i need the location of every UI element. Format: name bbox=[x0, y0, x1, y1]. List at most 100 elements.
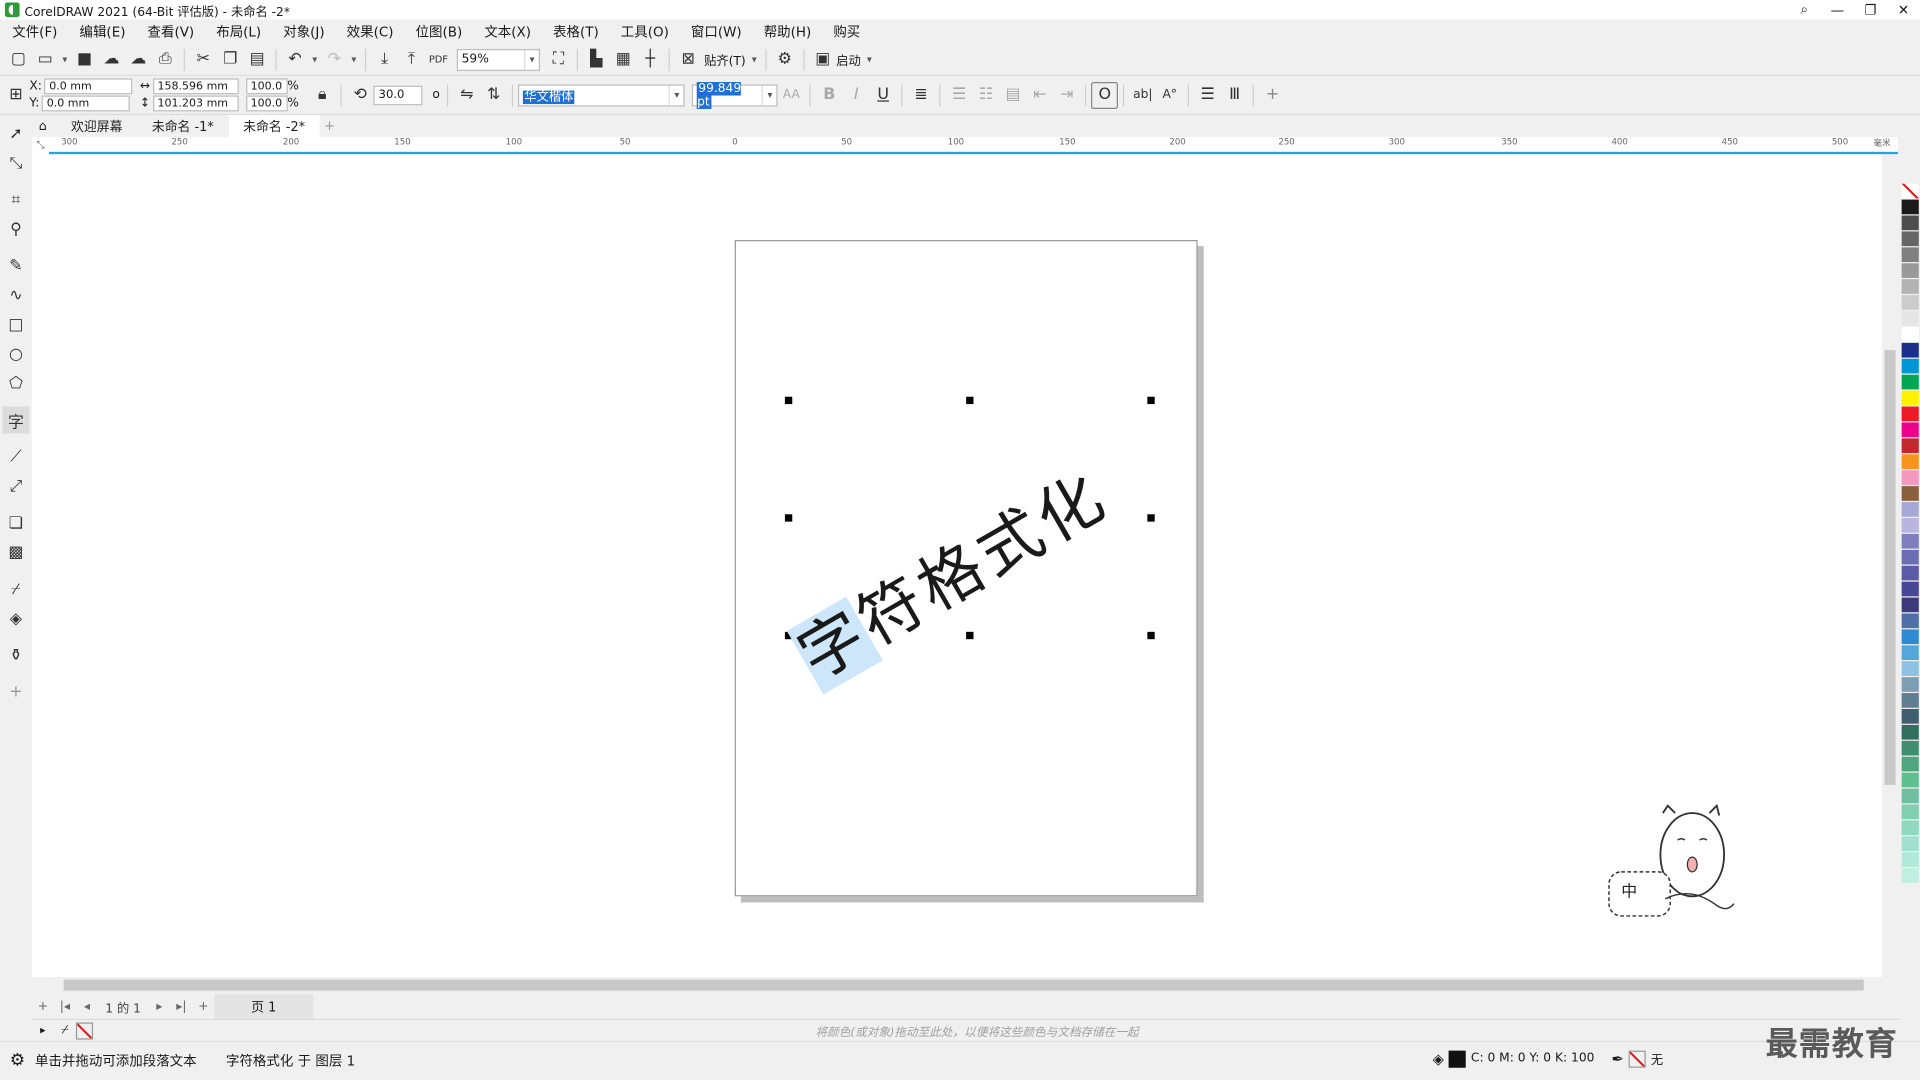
mirror-vertical-icon[interactable]: ⇅ bbox=[480, 81, 507, 108]
outline-color-swatch[interactable] bbox=[1628, 1050, 1646, 1068]
palette-swatch[interactable] bbox=[1901, 549, 1919, 565]
menu-object[interactable]: 对象(J) bbox=[276, 22, 332, 42]
maximize-button[interactable]: ❐ bbox=[1854, 0, 1887, 20]
horizontal-scroll-thumb[interactable] bbox=[63, 979, 1864, 991]
copy-icon[interactable]: ❐ bbox=[217, 46, 244, 73]
palette-swatch[interactable] bbox=[1901, 311, 1919, 326]
palette-swatch[interactable] bbox=[1901, 661, 1919, 676]
selection-handle[interactable] bbox=[966, 631, 974, 640]
rectangle-tool-icon[interactable]: □ bbox=[2, 311, 29, 338]
menu-effects[interactable]: 效果(C) bbox=[339, 22, 401, 42]
palette-swatch[interactable] bbox=[1901, 470, 1919, 485]
menu-help[interactable]: 帮助(H) bbox=[756, 22, 818, 42]
scale-width-field[interactable]: 100.0 bbox=[245, 78, 288, 95]
print-icon[interactable]: ⎙ bbox=[152, 46, 179, 73]
palette-swatch[interactable] bbox=[1901, 740, 1919, 756]
palette-swatch[interactable] bbox=[1901, 406, 1919, 422]
vertical-scrollbar[interactable] bbox=[1882, 154, 1898, 978]
chevron-down-icon[interactable]: ▾ bbox=[524, 49, 539, 70]
redo-dropdown-icon[interactable]: ▾ bbox=[348, 54, 360, 65]
text-alignment-icon[interactable]: ≣ bbox=[908, 81, 935, 108]
menu-layout[interactable]: 布局(L) bbox=[209, 22, 269, 42]
menu-window[interactable]: 窗口(W) bbox=[684, 22, 749, 42]
snap-off-icon[interactable]: ⊠ bbox=[675, 46, 702, 73]
palette-swatch[interactable] bbox=[1901, 756, 1919, 772]
snap-dropdown-icon[interactable]: ▾ bbox=[748, 54, 760, 65]
palette-swatch[interactable] bbox=[1901, 852, 1919, 867]
palette-swatch[interactable] bbox=[1901, 788, 1919, 804]
menu-view[interactable]: 查看(V) bbox=[140, 22, 201, 42]
underline-button[interactable]: U bbox=[870, 81, 897, 108]
palette-swatch[interactable] bbox=[1901, 247, 1919, 263]
menu-bitmaps[interactable]: 位图(B) bbox=[408, 22, 469, 42]
connector-tool-icon[interactable]: ⤢ bbox=[2, 473, 29, 500]
menu-table[interactable]: 表格(T) bbox=[546, 22, 606, 42]
shape-tool-icon[interactable]: ⤡ bbox=[2, 149, 29, 176]
text-tool-icon[interactable]: 字 bbox=[2, 406, 30, 434]
palette-swatch[interactable] bbox=[1901, 358, 1919, 374]
font-list-combo[interactable]: 华文楷体 ▾ bbox=[518, 83, 685, 106]
options-gear-icon[interactable]: ⚙ bbox=[771, 46, 798, 73]
vertical-text-icon[interactable]: Ⅲ bbox=[1221, 81, 1248, 108]
palette-swatch[interactable] bbox=[1901, 295, 1919, 310]
bullet-list-icon[interactable]: ☰ bbox=[946, 81, 973, 108]
interactive-fill-tool-icon[interactable]: ◈ bbox=[2, 605, 29, 632]
show-grid-icon[interactable]: ▦ bbox=[610, 46, 637, 73]
opentype-icon[interactable]: O bbox=[1091, 81, 1119, 109]
font-size-combo[interactable]: 99.849 pt ▾ bbox=[692, 81, 778, 108]
export-icon[interactable]: ⤒ bbox=[398, 46, 425, 73]
ruler-origin-corner[interactable]: ⤡ bbox=[31, 137, 49, 155]
pdf-icon[interactable]: PDF bbox=[425, 46, 452, 73]
palette-swatch[interactable] bbox=[1901, 772, 1919, 788]
y-position-field[interactable]: 0.0 mm bbox=[41, 95, 130, 112]
launch-dropdown-icon[interactable]: ▾ bbox=[863, 54, 875, 65]
new-document-icon[interactable]: ▢ bbox=[5, 46, 32, 73]
palette-swatch[interactable] bbox=[1901, 708, 1919, 724]
horizontal-scrollbar[interactable] bbox=[48, 977, 1883, 994]
palette-swatch[interactable] bbox=[1901, 486, 1919, 501]
new-tab-plus-icon[interactable]: + bbox=[320, 115, 340, 137]
palette-eyedropper-icon[interactable]: ⌿ bbox=[54, 1024, 76, 1037]
height-field[interactable]: 101.203 mm bbox=[152, 95, 239, 112]
add-page-before-icon[interactable]: + bbox=[32, 1000, 54, 1013]
palette-swatch[interactable] bbox=[1901, 597, 1919, 613]
minimize-button[interactable]: — bbox=[1821, 0, 1854, 20]
launch-icon[interactable]: ▣ bbox=[809, 46, 836, 73]
ellipse-tool-icon[interactable]: ○ bbox=[2, 340, 29, 367]
decrease-indent-icon[interactable]: ⇤ bbox=[1026, 81, 1053, 108]
palette-swatch[interactable] bbox=[1901, 422, 1919, 438]
last-page-icon[interactable]: ▸| bbox=[170, 1000, 192, 1013]
palette-swatch[interactable] bbox=[1901, 454, 1919, 469]
chevron-down-icon[interactable]: ▾ bbox=[761, 85, 777, 105]
edit-text-icon[interactable]: ab| bbox=[1129, 81, 1156, 108]
rotation-angle-field[interactable]: 30.0 bbox=[373, 85, 423, 105]
cloud-download-icon[interactable]: ☁ bbox=[125, 46, 152, 73]
selection-handle[interactable] bbox=[784, 514, 793, 522]
close-button[interactable]: ✕ bbox=[1887, 0, 1920, 20]
redo-icon[interactable]: ↷ bbox=[321, 46, 348, 73]
palette-swatch[interactable] bbox=[1901, 629, 1919, 645]
palette-swatch[interactable] bbox=[1901, 724, 1919, 740]
palette-swatch[interactable] bbox=[1901, 693, 1919, 708]
drop-cap-icon[interactable]: ▤ bbox=[1000, 81, 1027, 108]
smart-fill-tool-icon[interactable]: ⚱ bbox=[2, 642, 29, 669]
palette-swatch[interactable] bbox=[1901, 374, 1919, 390]
previous-page-icon[interactable]: ◂ bbox=[76, 1000, 98, 1013]
vertical-scroll-thumb[interactable] bbox=[1884, 350, 1896, 785]
outline-pen-icon[interactable]: ✒ bbox=[1612, 1050, 1624, 1067]
save-icon[interactable]: ■ bbox=[71, 46, 98, 73]
width-field[interactable]: 158.596 mm bbox=[152, 78, 239, 95]
snap-to-menu[interactable]: 贴齐(T) bbox=[704, 50, 746, 68]
fill-bucket-icon[interactable]: ◈ bbox=[1433, 1050, 1444, 1067]
drop-shadow-tool-icon[interactable]: ❏ bbox=[2, 509, 29, 536]
tab-untitled-1[interactable]: 未命名 -1* bbox=[137, 115, 228, 137]
open-folder-icon[interactable]: ▭ bbox=[32, 46, 59, 73]
import-icon[interactable]: ⤓ bbox=[371, 46, 398, 73]
palette-swatch[interactable] bbox=[1901, 533, 1919, 549]
palette-swatch[interactable] bbox=[1901, 326, 1919, 342]
undo-dropdown-icon[interactable]: ▾ bbox=[309, 54, 321, 65]
palette-swatch[interactable] bbox=[1901, 836, 1919, 852]
text-properties-icon[interactable]: A° bbox=[1156, 81, 1183, 108]
first-page-icon[interactable]: |◂ bbox=[54, 1000, 76, 1013]
menu-tools[interactable]: 工具(O) bbox=[613, 22, 676, 42]
